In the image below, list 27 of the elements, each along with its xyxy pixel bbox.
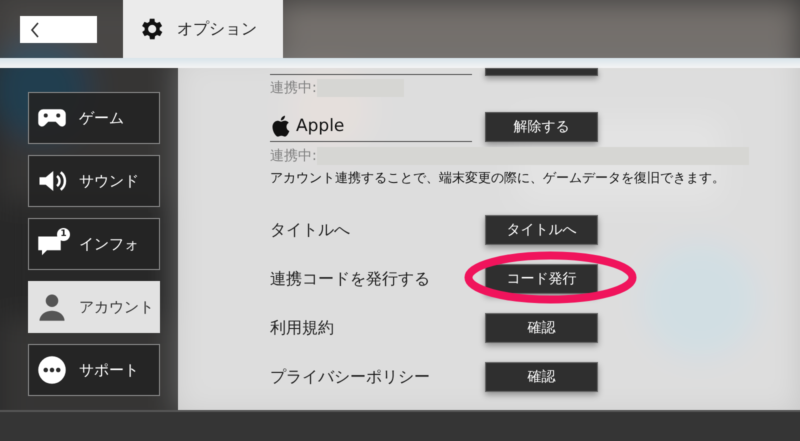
apple-icon (270, 114, 290, 138)
notification-badge: 1 (57, 228, 70, 241)
options-title: オプション (177, 18, 257, 40)
back-button[interactable] (20, 16, 97, 43)
sidebar-tab[interactable]: アカウント (28, 281, 160, 333)
option-button[interactable]: タイトルへ (485, 215, 598, 245)
link-status-label: 連携中: (270, 78, 317, 98)
unlink-button[interactable]: 解除する (485, 112, 598, 142)
sidebar-tab[interactable]: サポート (28, 344, 160, 396)
account-note: アカウント連携することで、端末変更の際に、ゲームデータを復旧できます。 (270, 170, 726, 188)
sidebar-tab[interactable]: ゲーム (28, 92, 160, 144)
account-name: Apple (270, 114, 472, 142)
person-icon (37, 292, 67, 322)
option-label: 連携コードを発行する (270, 268, 431, 290)
more-icon (37, 355, 67, 385)
back-chevron-icon (30, 22, 40, 38)
sidebar-tab[interactable]: 1 インフォ (28, 218, 160, 270)
sidebar-tab[interactable]: サウンド (28, 155, 160, 207)
option-label: プライバシーポリシー (270, 366, 431, 388)
options-tab[interactable]: オプション (123, 0, 283, 58)
option-label: 利用規約 (270, 317, 335, 339)
option-button[interactable]: コード発行 (485, 264, 598, 294)
option-button[interactable]: 確認 (485, 313, 598, 343)
button-stub[interactable] (485, 68, 598, 76)
option-label: タイトルへ (270, 219, 351, 241)
link-status-label: 連携中: (270, 146, 317, 166)
option-button[interactable]: 確認 (485, 362, 598, 392)
